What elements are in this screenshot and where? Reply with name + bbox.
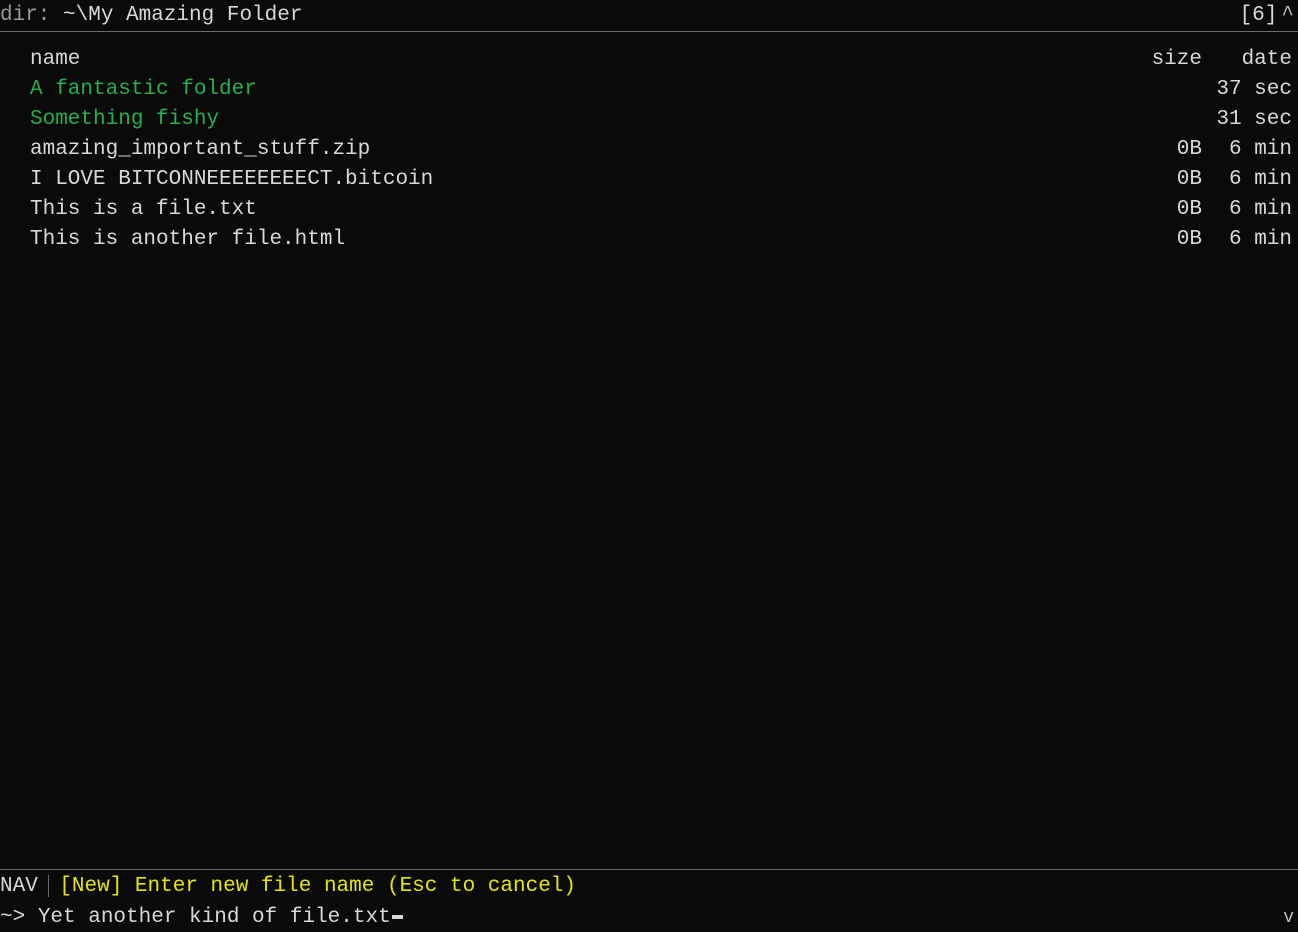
list-item[interactable]: I LOVE BITCONNEEEEEEEECT.bitcoin 0B 6 mi… [0, 164, 1298, 194]
item-date: 6 min [1202, 138, 1292, 161]
command-input[interactable]: Yet another kind of file.txt [38, 906, 391, 929]
header-bar: dir: ~\My Amazing Folder [6] ^ [0, 0, 1298, 32]
item-count: [6] [1240, 4, 1280, 27]
item-name: This is a file.txt [30, 198, 1126, 221]
item-date: 37 sec [1202, 78, 1292, 101]
dir-label: dir: [0, 4, 63, 27]
item-size: 0B [1126, 228, 1202, 251]
status-hint: [New] Enter new file name (Esc to cancel… [59, 875, 576, 898]
header-date[interactable]: date [1202, 48, 1292, 71]
item-date: 6 min [1202, 198, 1292, 221]
file-manager-app: dir: ~\My Amazing Folder [6] ^ name size… [0, 0, 1298, 932]
list-item[interactable]: This is a file.txt 0B 6 min [0, 194, 1298, 224]
mode-indicator: NAV [0, 875, 38, 898]
item-size: 0B [1126, 198, 1202, 221]
header-name[interactable]: name [30, 48, 1126, 71]
text-cursor [392, 915, 403, 919]
prompt: ~> [0, 906, 38, 929]
scroll-up-indicator[interactable]: ^ [1279, 4, 1294, 27]
item-date: 31 sec [1202, 108, 1292, 131]
item-name: I LOVE BITCONNEEEEEEEECT.bitcoin [30, 168, 1126, 191]
scroll-down-indicator[interactable]: v [1283, 908, 1294, 928]
current-path: ~\My Amazing Folder [63, 4, 302, 27]
header-size[interactable]: size [1126, 48, 1202, 71]
list-item[interactable]: Something fishy 31 sec [0, 104, 1298, 134]
item-size: 0B [1126, 168, 1202, 191]
item-size: 0B [1126, 138, 1202, 161]
bottom-panel: NAV [New] Enter new file name (Esc to ca… [0, 869, 1298, 932]
list-item[interactable]: This is another file.html 0B 6 min [0, 224, 1298, 254]
item-date: 6 min [1202, 228, 1292, 251]
list-item[interactable]: amazing_important_stuff.zip 0B 6 min [0, 134, 1298, 164]
file-listing: name size date A fantastic folder 37 sec… [0, 32, 1298, 869]
status-line: NAV [New] Enter new file name (Esc to ca… [0, 870, 1298, 902]
item-date: 6 min [1202, 168, 1292, 191]
item-name: amazing_important_stuff.zip [30, 138, 1126, 161]
item-name: Something fishy [30, 108, 1126, 131]
item-name: This is another file.html [30, 228, 1126, 251]
column-headers: name size date [0, 44, 1298, 74]
status-divider [48, 875, 50, 897]
list-item[interactable]: A fantastic folder 37 sec [0, 74, 1298, 104]
item-name: A fantastic folder [30, 78, 1126, 101]
command-input-line[interactable]: ~> Yet another kind of file.txt [0, 902, 1298, 932]
